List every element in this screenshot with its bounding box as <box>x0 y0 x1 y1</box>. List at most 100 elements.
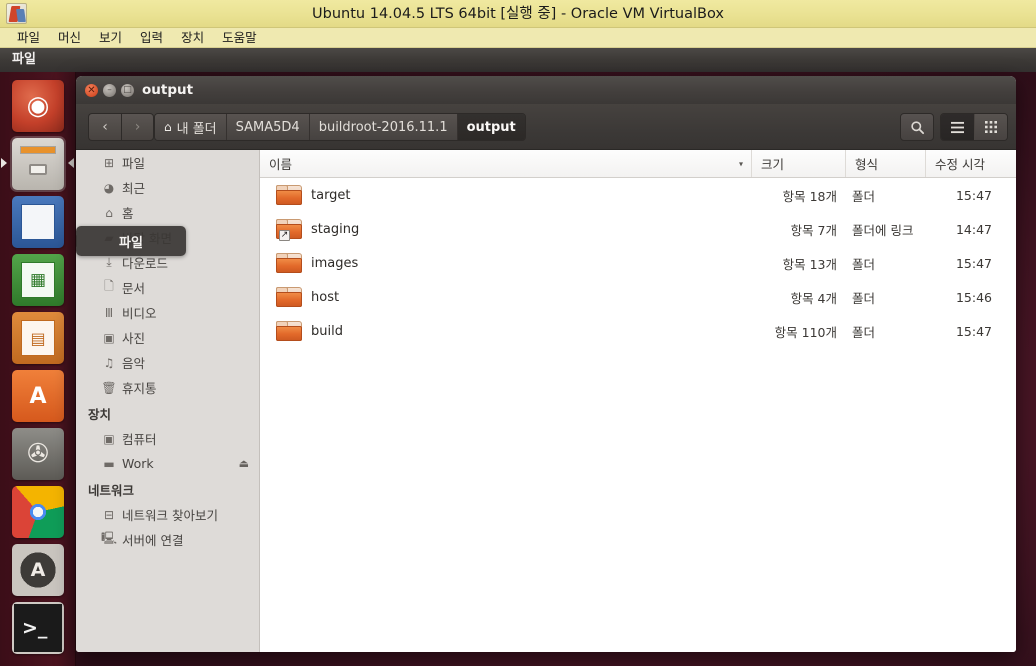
sidebar-item-browse-network[interactable]: ⊟ 네트워크 찾아보기 <box>76 502 259 527</box>
home-icon: ⌂ <box>164 120 172 134</box>
file-list-header[interactable]: 이름 ▾ 크기 형식 수정 시각 <box>260 150 1016 178</box>
virtualbox-menubar[interactable]: 파일 머신 보기 입력 장치 도움말 <box>0 28 1036 48</box>
file-modified-cell: 15:47 <box>926 188 1016 203</box>
sidebar-item-label: 비디오 <box>122 303 157 322</box>
sidebar-item-home[interactable]: ⌂ 홈 <box>76 200 259 225</box>
breadcrumb[interactable]: ⌂ 내 폴더 SAMA5D4 buildroot-2016.11.1 outpu… <box>154 113 526 141</box>
launcher-item-system-settings[interactable]: ✇ <box>12 428 64 480</box>
menu-view[interactable]: 보기 <box>90 28 131 48</box>
places-sidebar[interactable]: ⊞ 파일 ◕ 최근 ⌂ 홈 ▰ 바탕 화면 ⤓ 다운로드 🗋 문서 <box>76 150 260 652</box>
file-modified-cell: 15:47 <box>926 324 1016 339</box>
file-type-cell: 폴더 <box>846 254 926 273</box>
launcher-item-google-chrome[interactable] <box>12 486 64 538</box>
file-drawer-top <box>20 146 56 154</box>
launcher-item-libreoffice-calc[interactable]: ▦ <box>12 254 64 306</box>
file-modified-cell: 15:46 <box>926 290 1016 305</box>
sidebar-item-label: 문서 <box>122 278 145 297</box>
sort-descending-icon[interactable]: ▾ <box>739 159 743 168</box>
drive-icon: ▬ <box>100 457 118 471</box>
sidebar-item-files[interactable]: ⊞ 파일 <box>76 150 259 175</box>
window-close-button[interactable]: ✕ <box>85 84 98 97</box>
download-arrow-icon: ⤓ <box>100 255 118 270</box>
music-note-icon: ♫ <box>100 356 118 370</box>
document-icon: 🗋 <box>100 277 118 298</box>
folder-icon <box>276 287 302 308</box>
forward-button[interactable]: › <box>121 113 154 141</box>
sidebar-item-pictures[interactable]: ▣ 사진 <box>76 325 259 350</box>
menu-devices[interactable]: 장치 <box>172 28 213 48</box>
calc-grid-icon: ▦ <box>12 254 64 306</box>
view-mode-group[interactable] <box>940 113 1008 141</box>
virtualbox-titlebar: Ubuntu 14.04.5 LTS 64bit [실행 중] - Oracle… <box>0 0 1036 28</box>
launcher-item-terminal[interactable]: >_ <box>12 602 64 654</box>
file-name-cell[interactable]: build <box>260 321 752 342</box>
breadcrumb-label: SAMA5D4 <box>236 120 300 135</box>
window-title: output <box>142 76 193 104</box>
sidebar-item-videos[interactable]: Ⅲ 비디오 <box>76 300 259 325</box>
table-row[interactable]: images 항목 13개 폴더 15:47 <box>260 246 1016 280</box>
file-name-cell[interactable]: ↗ staging <box>260 219 752 240</box>
back-button[interactable]: ‹ <box>88 113 121 141</box>
sidebar-item-computer[interactable]: ▣ 컴퓨터 <box>76 426 259 451</box>
file-name-cell[interactable]: host <box>260 287 752 308</box>
launcher-item-ubuntu-dash[interactable]: ◉ <box>12 80 64 132</box>
unity-top-panel[interactable]: 파일 <box>0 48 1036 72</box>
file-size-cell: 항목 4개 <box>752 288 846 307</box>
breadcrumb-item-output[interactable]: output <box>458 114 525 140</box>
launcher-item-files[interactable] <box>12 138 64 190</box>
sidebar-item-label: 최근 <box>122 178 145 197</box>
sidebar-item-trash[interactable]: 🗑 휴지통 <box>76 375 259 400</box>
launcher-running-indicator-left <box>1 158 7 168</box>
search-button[interactable] <box>900 113 934 141</box>
guest-desktop: 파일 ◉ ▦ ▤ A <box>0 48 1036 666</box>
sidebar-item-connect-server[interactable]: 🖳 서버에 연결 <box>76 527 259 552</box>
file-name-cell[interactable]: images <box>260 253 752 274</box>
file-name-cell[interactable]: target <box>260 185 752 206</box>
file-drawer-handle <box>29 164 47 175</box>
launcher-item-libreoffice-writer[interactable] <box>12 196 64 248</box>
menu-file[interactable]: 파일 <box>8 28 49 48</box>
sidebar-item-work-volume[interactable]: ▬ Work ⏏ <box>76 451 259 476</box>
table-row[interactable]: target 항목 18개 폴더 15:47 <box>260 178 1016 212</box>
file-list-view[interactable]: 이름 ▾ 크기 형식 수정 시각 target <box>260 150 1016 652</box>
table-row[interactable]: host 항목 4개 폴더 15:46 <box>260 280 1016 314</box>
sidebar-item-label: Work <box>122 456 154 471</box>
column-header-name[interactable]: 이름 ▾ <box>260 150 752 177</box>
menu-machine[interactable]: 머신 <box>49 28 90 48</box>
breadcrumb-item-home[interactable]: ⌂ 내 폴더 <box>155 114 227 140</box>
menu-help[interactable]: 도움말 <box>213 28 266 48</box>
file-modified-cell: 14:47 <box>926 222 1016 237</box>
unity-global-menu-app[interactable]: 파일 <box>12 48 36 72</box>
window-maximize-button[interactable]: □ <box>121 84 134 97</box>
terminal-prompt-glyph: >_ <box>12 602 64 654</box>
file-size-cell: 항목 7개 <box>752 220 846 239</box>
grid-view-button[interactable] <box>974 114 1007 140</box>
list-view-button[interactable] <box>941 114 974 140</box>
chevron-left-icon: ‹ <box>102 119 108 135</box>
launcher-item-libreoffice-impress[interactable]: ▤ <box>12 312 64 364</box>
sidebar-item-documents[interactable]: 🗋 문서 <box>76 275 259 300</box>
column-label: 형식 <box>855 154 878 173</box>
launcher-item-software-center[interactable]: A <box>12 370 64 422</box>
window-titlebar[interactable]: ✕ – □ output <box>76 76 1016 104</box>
unity-launcher[interactable]: ◉ ▦ ▤ A ✇ <box>0 72 76 666</box>
sidebar-item-music[interactable]: ♫ 음악 <box>76 350 259 375</box>
column-header-size[interactable]: 크기 <box>752 150 846 177</box>
table-row[interactable]: build 항목 110개 폴더 15:47 <box>260 314 1016 348</box>
launcher-item-software-updater[interactable]: A <box>12 544 64 596</box>
file-name-label: target <box>311 188 351 203</box>
virtualbox-window-title: Ubuntu 14.04.5 LTS 64bit [실행 중] - Oracle… <box>0 0 1036 28</box>
table-row[interactable]: ↗ staging 항목 7개 폴더에 링크 14:47 <box>260 212 1016 246</box>
breadcrumb-item-sama5d4[interactable]: SAMA5D4 <box>227 114 310 140</box>
menu-input[interactable]: 입력 <box>131 28 172 48</box>
file-modified-cell: 15:47 <box>926 256 1016 271</box>
column-header-type[interactable]: 형식 <box>846 150 926 177</box>
column-label: 크기 <box>761 154 784 173</box>
breadcrumb-item-buildroot[interactable]: buildroot-2016.11.1 <box>310 114 458 140</box>
column-header-modified[interactable]: 수정 시각 <box>926 150 1016 177</box>
window-minimize-button[interactable]: – <box>103 84 116 97</box>
chevron-right-icon: › <box>135 119 141 135</box>
file-size-cell: 항목 13개 <box>752 254 846 273</box>
eject-icon[interactable]: ⏏ <box>239 457 249 470</box>
sidebar-item-recent[interactable]: ◕ 최근 <box>76 175 259 200</box>
